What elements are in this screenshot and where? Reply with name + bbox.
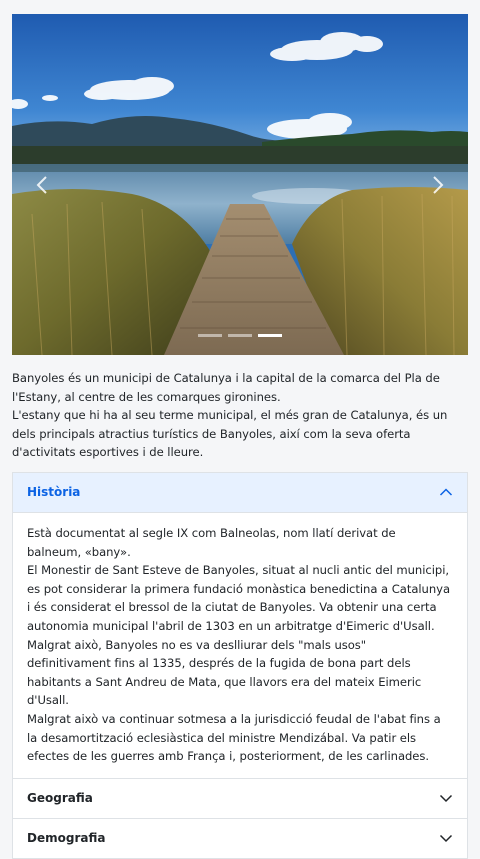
- accordion: Història Està documentat al segle IX com…: [12, 471, 468, 859]
- carousel-indicator-3[interactable]: [258, 334, 282, 337]
- carousel-indicator-2[interactable]: [228, 334, 252, 337]
- accordion-header-geografia[interactable]: Geografia: [13, 779, 467, 818]
- accordion-body-historia: Està documentat al segle IX com Balneola…: [13, 513, 467, 778]
- accordion-title: Demografia: [27, 831, 106, 846]
- accordion-header-demografia[interactable]: Demografia: [13, 819, 467, 858]
- historia-paragraph: El Monestir de Sant Esteve de Banyoles, …: [27, 563, 451, 708]
- chevron-down-icon: [439, 795, 453, 803]
- chevron-up-icon: [439, 488, 453, 496]
- lake-photo: [12, 14, 468, 355]
- accordion-item-historia: Història Està documentat al segle IX com…: [13, 472, 467, 778]
- carousel-next-button[interactable]: [408, 14, 468, 355]
- intro-text: Banyoles és un municipi de Catalunya i l…: [12, 369, 468, 462]
- accordion-item-geografia: Geografia: [13, 777, 467, 818]
- accordion-header-historia[interactable]: Història: [13, 472, 467, 513]
- carousel-prev-button[interactable]: [12, 14, 72, 355]
- historia-paragraph: Està documentat al segle IX com Balneola…: [27, 525, 396, 559]
- accordion-title: Història: [27, 485, 81, 500]
- chevron-right-icon: [433, 175, 444, 194]
- chevron-left-icon: [36, 175, 47, 194]
- carousel-indicator-1[interactable]: [198, 334, 222, 337]
- historia-paragraph: Malgrat això va continuar sotmesa a la j…: [27, 711, 441, 764]
- image-carousel[interactable]: [12, 14, 468, 355]
- intro-paragraph: L'estany que hi ha al seu terme municipa…: [12, 408, 448, 460]
- intro-paragraph: Banyoles és un municipi de Catalunya i l…: [12, 371, 440, 404]
- accordion-item-demografia: Demografia: [13, 817, 467, 858]
- accordion-title: Geografia: [27, 791, 93, 806]
- page: Banyoles és un municipi de Catalunya i l…: [0, 0, 480, 859]
- carousel-indicators: [12, 334, 468, 337]
- chevron-down-icon: [439, 835, 453, 843]
